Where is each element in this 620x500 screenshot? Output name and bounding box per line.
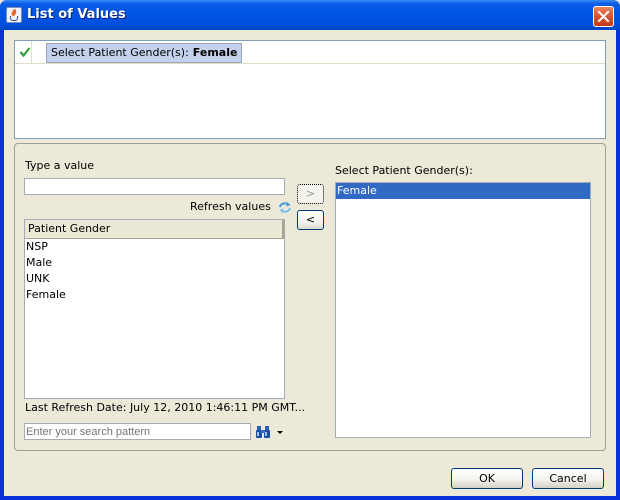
ok-button[interactable]: OK [451, 468, 523, 489]
add-value-button[interactable]: > [297, 184, 324, 204]
refresh-values-label: Refresh values [190, 200, 271, 213]
remove-value-button[interactable]: < [297, 210, 324, 230]
title-bar[interactable]: List of Values [0, 0, 620, 30]
close-icon [597, 10, 610, 23]
summary-value: Female [192, 46, 238, 59]
refresh-values-link[interactable]: Refresh values [190, 200, 292, 216]
dialog-window: List of Values Select Patient Gender(s):… [0, 0, 620, 500]
type-value-input[interactable] [24, 178, 285, 195]
check-icon [19, 47, 31, 58]
search-pattern-input[interactable] [24, 423, 251, 440]
java-cup-icon [6, 7, 22, 23]
cancel-button[interactable]: Cancel [532, 468, 604, 489]
window-title: List of Values [27, 7, 126, 22]
row-separator [31, 41, 32, 64]
list-item[interactable]: UNK [26, 271, 66, 287]
dropdown-arrow-icon[interactable] [277, 431, 283, 434]
values-panel: Type a value Refresh values Patient Gend… [14, 143, 606, 451]
selected-values-list[interactable]: Female [335, 182, 591, 438]
list-item[interactable]: Male [26, 255, 66, 271]
summary-row[interactable]: Select Patient Gender(s): Female [15, 41, 605, 64]
list-item[interactable]: NSP [26, 239, 66, 255]
type-value-label: Type a value [25, 159, 95, 172]
list-item[interactable]: Female [26, 287, 66, 303]
selected-values-label: Select Patient Gender(s): [335, 164, 473, 177]
column-header-patient-gender[interactable]: Patient Gender [25, 220, 284, 239]
summary-chip[interactable]: Select Patient Gender(s): Female [46, 43, 243, 63]
summary-label: Select Patient Gender(s): [51, 46, 189, 59]
available-values-list[interactable]: Patient Gender NSP Male UNK Female [24, 219, 285, 399]
refresh-icon[interactable] [278, 201, 292, 214]
cup-shape [10, 16, 18, 21]
last-refresh-date: Last Refresh Date: July 12, 2010 1:46:11… [25, 401, 306, 414]
selection-summary: Select Patient Gender(s): Female [14, 40, 606, 139]
binoculars-icon[interactable] [255, 424, 272, 439]
available-values-items: NSP Male UNK Female [26, 239, 66, 303]
close-button[interactable] [593, 6, 614, 27]
dialog-body: Select Patient Gender(s): Female Type a v… [4, 30, 616, 496]
selected-list-item[interactable]: Female [336, 183, 590, 199]
